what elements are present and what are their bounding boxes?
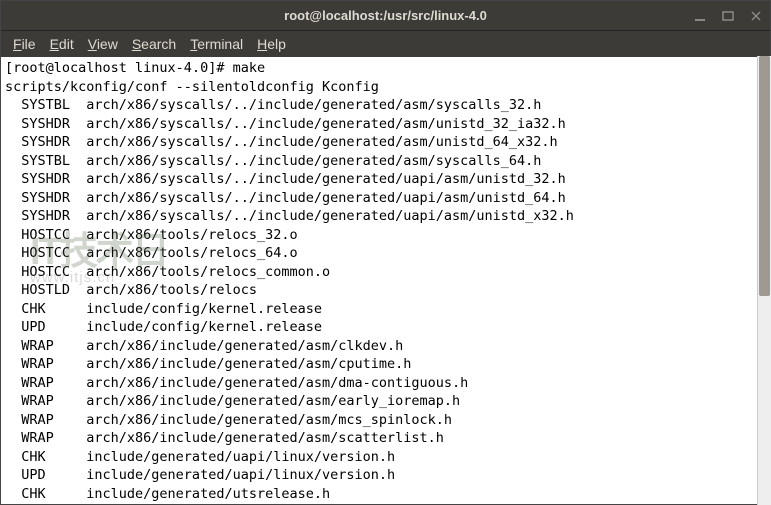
window-controls	[692, 8, 764, 24]
maximize-icon[interactable]	[720, 8, 736, 24]
terminal-line: WRAP arch/x86/include/generated/asm/dma-…	[5, 374, 766, 393]
terminal-line: UPD include/config/kernel.release	[5, 318, 766, 337]
terminal-line: WRAP arch/x86/include/generated/asm/cput…	[5, 355, 766, 374]
terminal-line: SYSHDR arch/x86/syscalls/../include/gene…	[5, 207, 766, 226]
scrollbar-thumb[interactable]	[759, 56, 770, 296]
terminal-line: CHK include/generated/uapi/linux/version…	[5, 448, 766, 467]
terminal-line: HOSTCC arch/x86/tools/relocs_64.o	[5, 244, 766, 263]
terminal-line: UPD include/generated/uapi/linux/version…	[5, 466, 766, 485]
menu-view[interactable]: View	[82, 34, 124, 54]
terminal-line: UPD include/generated/utsrelease.h	[5, 503, 766, 504]
terminal-line: CHK include/generated/utsrelease.h	[5, 485, 766, 504]
terminal-line: WRAP arch/x86/include/generated/asm/mcs_…	[5, 411, 766, 430]
terminal-line: WRAP arch/x86/include/generated/asm/earl…	[5, 392, 766, 411]
terminal-line: SYSHDR arch/x86/syscalls/../include/gene…	[5, 189, 766, 208]
menu-help[interactable]: Help	[251, 34, 292, 54]
menu-terminal[interactable]: Terminal	[184, 34, 249, 54]
terminal-line: SYSHDR arch/x86/syscalls/../include/gene…	[5, 170, 766, 189]
window-title: root@localhost:/usr/src/linux-4.0	[284, 8, 487, 23]
terminal-line: scripts/kconfig/conf --silentoldconfig K…	[5, 78, 766, 97]
terminal-output[interactable]: [root@localhost linux-4.0]# makescripts/…	[1, 57, 770, 504]
terminal-line: CHK include/config/kernel.release	[5, 300, 766, 319]
menubar: File Edit View Search Terminal Help	[1, 31, 770, 57]
close-icon[interactable]	[748, 8, 764, 24]
menu-edit[interactable]: Edit	[44, 34, 80, 54]
terminal-line: SYSTBL arch/x86/syscalls/../include/gene…	[5, 96, 766, 115]
terminal-line: WRAP arch/x86/include/generated/asm/scat…	[5, 429, 766, 448]
terminal-line: HOSTLD arch/x86/tools/relocs	[5, 281, 766, 300]
terminal-line: HOSTCC arch/x86/tools/relocs_32.o	[5, 226, 766, 245]
menu-search[interactable]: Search	[126, 34, 182, 54]
terminal-line: SYSTBL arch/x86/syscalls/../include/gene…	[5, 152, 766, 171]
scrollbar-track[interactable]	[757, 56, 771, 505]
terminal-prompt-line: [root@localhost linux-4.0]# make	[5, 59, 766, 78]
terminal-line: SYSHDR arch/x86/syscalls/../include/gene…	[5, 133, 766, 152]
terminal-line: WRAP arch/x86/include/generated/asm/clkd…	[5, 337, 766, 356]
titlebar: root@localhost:/usr/src/linux-4.0	[1, 1, 770, 31]
window: root@localhost:/usr/src/linux-4.0 File E…	[0, 0, 771, 505]
menu-file[interactable]: File	[7, 34, 42, 54]
terminal-line: HOSTCC arch/x86/tools/relocs_common.o	[5, 263, 766, 282]
minimize-icon[interactable]	[692, 8, 708, 24]
terminal-line: SYSHDR arch/x86/syscalls/../include/gene…	[5, 115, 766, 134]
